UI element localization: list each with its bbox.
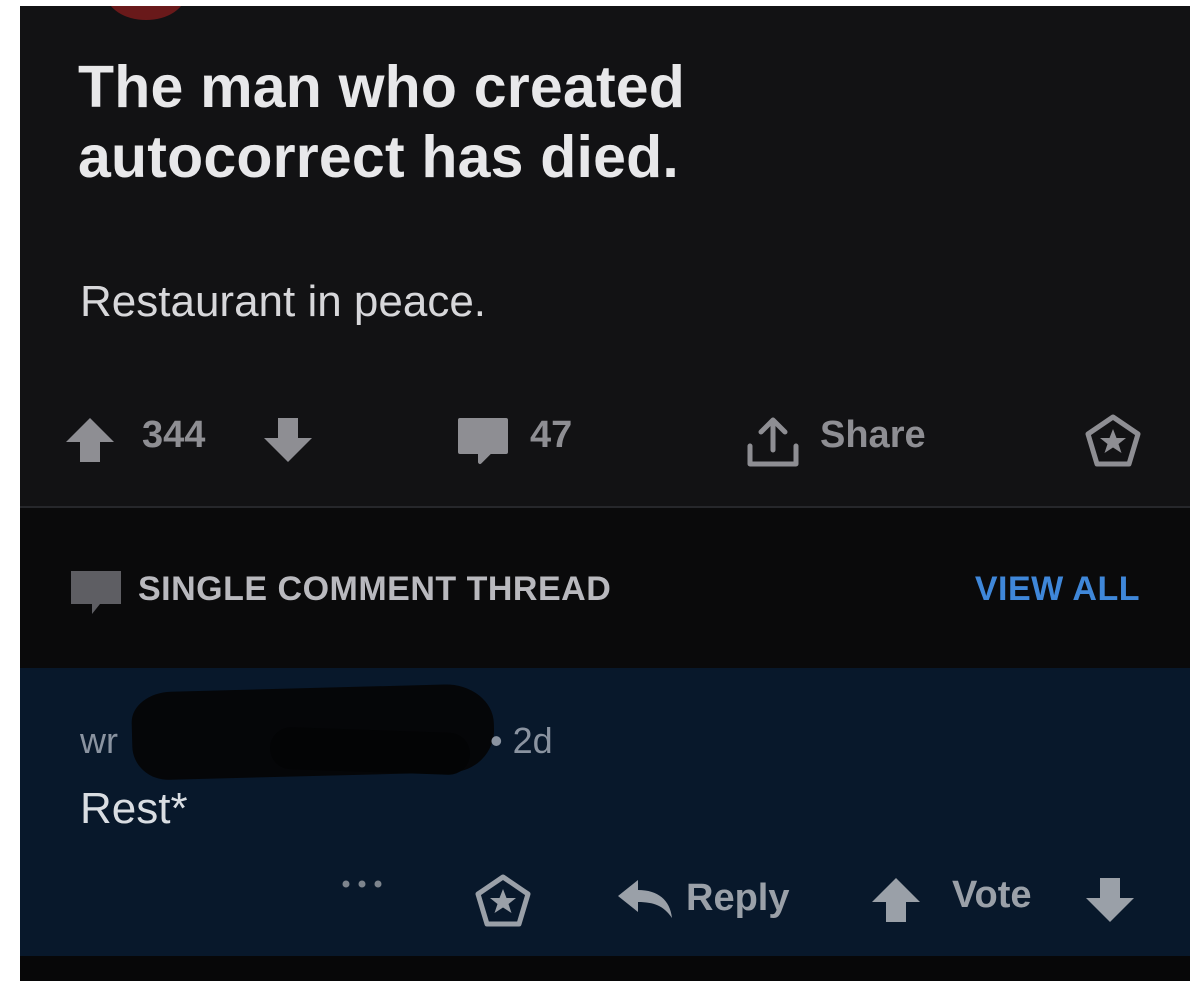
thread-label: SINGLE COMMENT THREAD xyxy=(138,570,612,608)
upvote-button[interactable] xyxy=(62,414,118,466)
arrow-up-icon xyxy=(872,878,920,922)
post-screen: The man who created autocorrect has died… xyxy=(20,6,1190,981)
arrow-down-icon xyxy=(1086,878,1134,922)
post-action-bar: 344 47 Share xyxy=(20,406,1190,476)
share-upload-icon xyxy=(747,417,799,467)
comment-text: Rest* xyxy=(80,784,188,833)
comment-meta: wr xyxy=(80,720,124,762)
speech-bubble-icon xyxy=(458,418,508,464)
award-button[interactable] xyxy=(474,874,532,930)
award-star-icon xyxy=(475,874,531,927)
avatar[interactable] xyxy=(106,6,186,20)
comments-button[interactable] xyxy=(454,414,512,468)
post-body: Restaurant in peace. xyxy=(80,277,487,326)
view-all-link[interactable]: VIEW ALL xyxy=(975,570,1140,609)
comment: wr • 2d Rest* Reply Vote xyxy=(20,668,1190,956)
downvote-button[interactable] xyxy=(1082,874,1138,926)
post-score: 344 xyxy=(142,414,206,456)
more-options-button[interactable] xyxy=(338,874,386,894)
reply-arrow-icon xyxy=(618,880,672,918)
redaction-mark xyxy=(269,726,471,776)
award-button[interactable] xyxy=(1084,414,1142,470)
upvote-button[interactable] xyxy=(868,874,924,926)
bottom-strip xyxy=(20,956,1190,981)
speech-bubble-icon xyxy=(68,568,124,618)
comment-age: • 2d xyxy=(490,720,553,761)
reply-button[interactable]: Reply xyxy=(614,874,789,922)
share-label[interactable]: Share xyxy=(820,414,926,457)
comment-count[interactable]: 47 xyxy=(530,414,572,457)
more-dots-icon xyxy=(342,880,382,888)
comment-username[interactable]: wr xyxy=(80,720,118,762)
arrow-up-icon xyxy=(66,418,114,462)
comment-action-bar: Reply Vote xyxy=(20,868,1190,938)
reply-label[interactable]: Reply xyxy=(686,877,789,920)
vote-label: Vote xyxy=(952,874,1032,916)
arrow-down-icon xyxy=(264,418,312,462)
post-title[interactable]: The man who created autocorrect has died… xyxy=(78,52,978,192)
award-star-icon xyxy=(1085,414,1141,467)
share-button[interactable] xyxy=(742,414,804,472)
downvote-button[interactable] xyxy=(260,414,316,466)
comment-thread-header: SINGLE COMMENT THREAD VIEW ALL xyxy=(20,508,1190,668)
